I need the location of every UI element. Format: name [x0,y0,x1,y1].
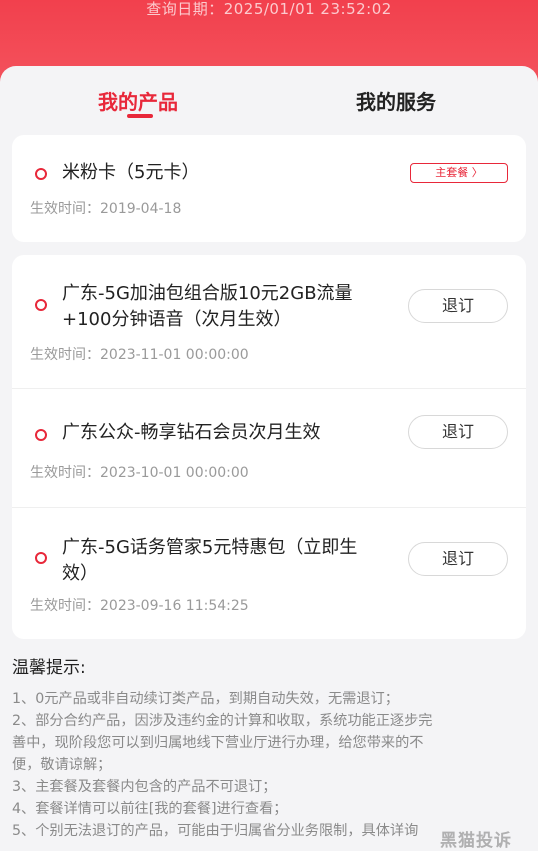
tips-list: 1、0元产品或非自动续订类产品，到期自动失效，无需退订； 2、部分合约产品，因涉… [12,688,526,842]
list-item: 广东公众-畅享钻石会员次月生效 退订 生效时间：2023-10-01 00:00… [12,389,526,508]
main-product-card: 米粉卡（5元卡） 主套餐 〉 生效时间：2019-04-18 [12,135,526,242]
watermark: 黑猫投诉 [440,831,512,851]
unsubscribe-button[interactable]: 退订 [408,542,508,576]
bullet-icon [35,299,47,311]
effective-date: 生效时间：2023-10-01 00:00:00 [30,465,249,481]
tab-bar: 我的产品 我的服务 [0,66,538,132]
addon-products-card: 广东-5G加油包组合版10元2GB流量 +100分钟语音（次月生效） 退订 生效… [12,255,526,639]
query-date: 查询日期：2025/01/01 23:52:02 [146,0,392,18]
product-name: 米粉卡（5元卡） [62,162,200,183]
product-name-line1: 广东-5G加油包组合版10元2GB流量 [62,283,353,304]
active-tab-indicator [127,114,153,118]
product-name-line1: 广东-5G话务管家5元特惠包（立即生 [62,537,358,558]
list-item: 广东-5G话务管家5元特惠包（立即生 效） 退订 生效时间：2023-09-16… [12,508,526,639]
main-plan-badge[interactable]: 主套餐 〉 [410,163,508,183]
tip-line: 便，敬请谅解； [12,757,112,773]
list-item: 广东-5G加油包组合版10元2GB流量 +100分钟语音（次月生效） 退订 生效… [12,255,526,389]
unsubscribe-button[interactable]: 退订 [408,415,508,449]
tab-my-products[interactable]: 我的产品 [98,86,178,115]
effective-date: 生效时间：2023-09-16 11:54:25 [30,598,249,614]
bullet-icon [35,168,47,180]
product-name-line1: 广东公众-畅享钻石会员次月生效 [62,422,321,443]
bullet-icon [35,429,47,441]
tab-my-services[interactable]: 我的服务 [356,86,436,115]
bullet-icon [35,552,47,564]
tip-line: 3、主套餐及套餐内包含的产品不可退订； [12,779,277,795]
effective-date: 生效时间：2019-04-18 [30,201,182,217]
tip-line: 2、部分合约产品，因涉及违约金的计算和收取，系统功能正逐步完 [12,713,433,729]
content-panel: 我的产品 我的服务 米粉卡（5元卡） 主套餐 〉 生效时间：2019-04-18… [0,66,538,844]
tip-line: 善中，现阶段您可以到归属地线下营业厅进行办理，给您带来的不 [12,735,424,751]
effective-date: 生效时间：2023-11-01 00:00:00 [30,347,249,363]
tip-line: 4、套餐详情可以前往[我的套餐]进行查看； [12,801,288,817]
tips-title: 温馨提示: [12,658,86,678]
product-name-line2: +100分钟语音（次月生效） [62,309,292,330]
product-name-line2: 效） [62,563,98,584]
tip-line: 1、0元产品或非自动续订类产品，到期自动失效，无需退订； [12,691,399,707]
unsubscribe-button[interactable]: 退订 [408,289,508,323]
